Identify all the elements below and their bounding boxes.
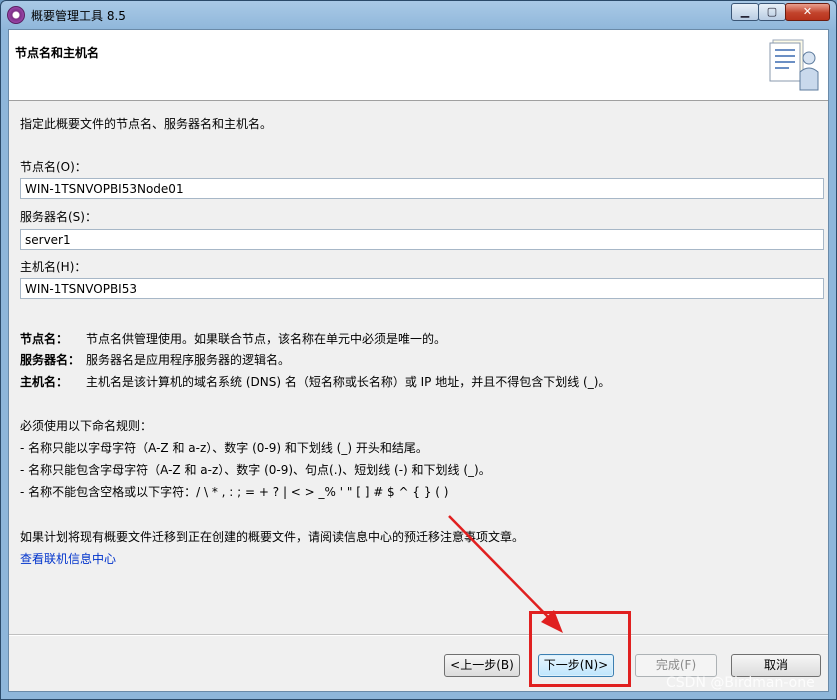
annotation-arrow-icon [448,515,563,633]
watermark: CSDN @Birdman-one [666,675,815,691]
